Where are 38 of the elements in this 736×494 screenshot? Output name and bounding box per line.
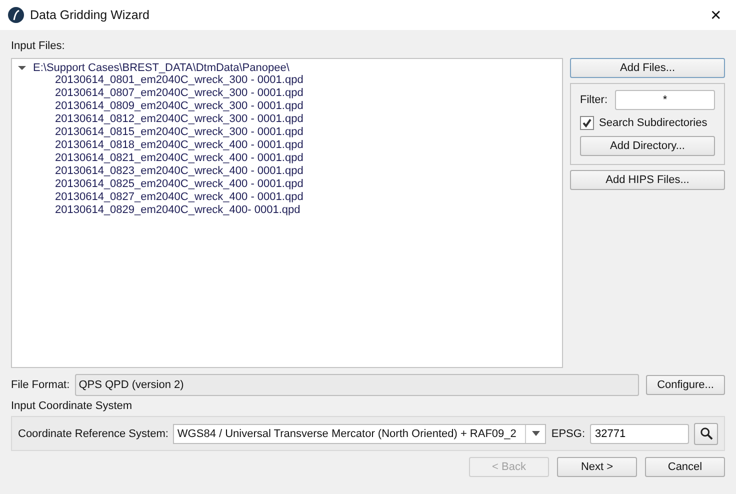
search-subdirectories-label: Search Subdirectories (599, 117, 708, 129)
file-tree[interactable] (11, 58, 563, 368)
file-item[interactable]: 20130614_0809_em2040C_wreck_300 - 0001.qpd (55, 100, 304, 112)
search-icon (700, 427, 712, 440)
search-button[interactable] (694, 422, 718, 444)
filter-field[interactable]: * (615, 90, 715, 110)
file-format-label: File Format: (11, 379, 70, 391)
file-item[interactable]: 20130614_0827_em2040C_wreck_400 - 0001.qpd (55, 191, 304, 203)
add-files-button[interactable]: Add Files... (570, 58, 725, 78)
close-button[interactable]: ✕ (704, 7, 728, 23)
add-directory-button[interactable]: Add Directory... (580, 136, 715, 156)
epsg-field[interactable]: 32771 (590, 424, 689, 444)
wizard-button[interactable]: Cancel (645, 457, 725, 477)
dropdown-caret-icon (532, 431, 540, 436)
add-hips-files-button[interactable]: Add HIPS Files... (570, 170, 725, 190)
file-item[interactable]: 20130614_0815_em2040C_wreck_300 - 0001.qpd (55, 126, 304, 138)
file-item[interactable]: 20130614_0807_em2040C_wreck_300 - 0001.qpd (55, 87, 304, 99)
file-item[interactable]: 20130614_0825_em2040C_wreck_400 - 0001.qpd (55, 178, 304, 190)
file-item[interactable]: 20130614_0821_em2040C_wreck_400 - 0001.qpd (55, 152, 304, 164)
file-item[interactable]: 20130614_0829_em2040C_wreck_400- 0001.qpd (55, 204, 300, 216)
file-item[interactable]: 20130614_0823_em2040C_wreck_400 - 0001.qpd (55, 165, 304, 177)
expand-arrow-icon[interactable] (18, 64, 26, 72)
configure-button[interactable]: Configure... (646, 375, 725, 395)
crs-label: Coordinate Reference System: (18, 428, 168, 440)
filter-label: Filter: (580, 94, 608, 106)
input-files-label: Input Files: (11, 40, 66, 54)
section-heading: Input Coordinate System (11, 400, 134, 414)
file-format-field: QPS QPD (version 2) (74, 374, 639, 396)
app-logo-icon (8, 7, 24, 23)
crs-dropdown[interactable]: WGS84 / Universal Transverse Mercator (North Oriented) + RAF09_2 (173, 424, 546, 444)
file-item[interactable]: 20130614_0812_em2040C_wreck_300 - 0001.qpd (55, 113, 304, 125)
window-title: Data Gridding Wizard (30, 8, 150, 22)
wizard-button[interactable]: Next > (557, 457, 637, 477)
folder-item[interactable]: E:\Support Cases\BREST_DATA\DtmData\Panopee\ (33, 62, 290, 74)
file-item[interactable]: 20130614_0818_em2040C_wreck_400 - 0001.qpd (55, 139, 304, 151)
checkbox[interactable] (580, 116, 594, 130)
epsg-label: EPSG: (551, 428, 585, 440)
file-item[interactable]: 20130614_0801_em2040C_wreck_300 - 0001.qpd (55, 74, 304, 86)
